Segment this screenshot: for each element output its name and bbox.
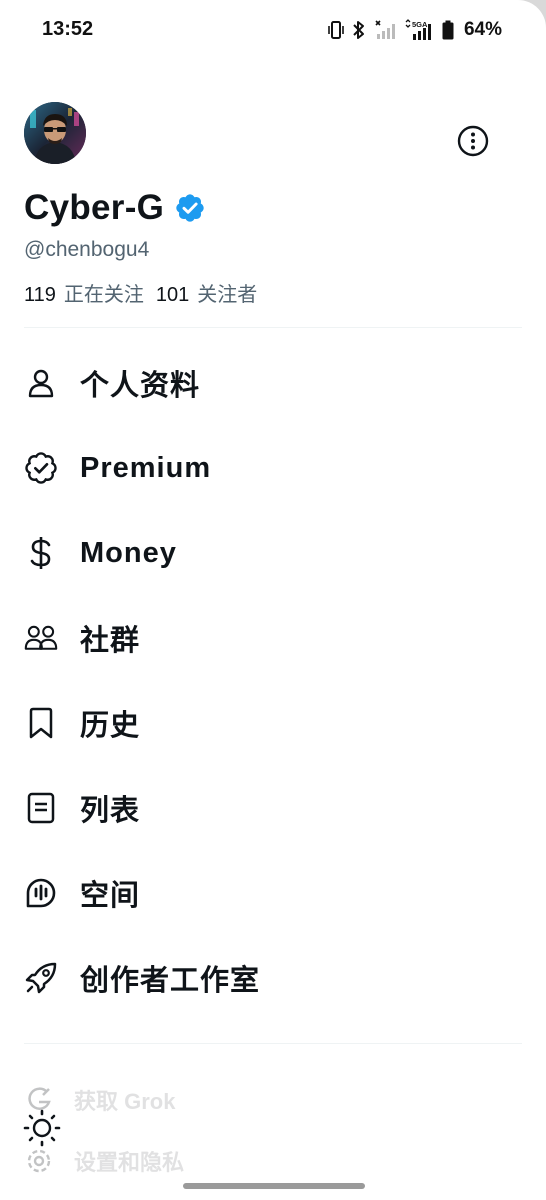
grok-label: 获取 Grok: [74, 1089, 176, 1114]
navigation-drawer: 13:52 5GA 64% Cyber-G @chenbogu4 119 正在关…: [0, 0, 546, 1200]
communities-icon: [24, 621, 58, 655]
person-icon: [24, 366, 58, 400]
menu-item-label: 空间: [80, 880, 141, 912]
menu-item-label: 列表: [80, 795, 141, 827]
avatar[interactable]: [24, 102, 86, 164]
followers-link[interactable]: 101 关注者: [156, 278, 257, 307]
settings-label: 设置和隐私: [74, 1150, 185, 1175]
battery-icon: [442, 20, 454, 40]
more-options-button[interactable]: [456, 124, 490, 158]
lists-icon: [24, 791, 58, 825]
divider: [24, 1043, 522, 1044]
menu-item-lists[interactable]: 列表: [24, 778, 522, 838]
sun-icon: [23, 1109, 61, 1147]
following-count: 119: [24, 284, 56, 306]
verified-badge-icon: [176, 194, 204, 222]
following-label: 正在关注: [63, 284, 144, 306]
vibrate-icon: [328, 21, 344, 39]
verified-badge-icon: [24, 451, 58, 485]
spaces-icon: [24, 876, 58, 910]
bookmark-icon: [24, 706, 58, 740]
menu-item-label: Premium: [80, 451, 212, 484]
display-name-row[interactable]: Cyber-G: [24, 188, 206, 228]
menu-item-money[interactable]: Money: [24, 523, 522, 583]
battery-percent: 64%: [463, 19, 502, 40]
user-handle: @chenbogu4: [24, 238, 150, 261]
more-options-icon: [457, 125, 489, 157]
bluetooth-icon: [353, 21, 364, 39]
menu-item-label: 创作者工作室: [80, 965, 261, 997]
menu-item-profile[interactable]: 个人资料: [24, 353, 522, 413]
menu-item-history[interactable]: 历史: [24, 693, 522, 753]
menu-item-label: 历史: [80, 710, 141, 742]
menu-item-spaces[interactable]: 空间: [24, 863, 522, 923]
followers-count: 101: [155, 284, 190, 306]
dollar-icon: [24, 536, 58, 570]
menu-item-label: Money: [80, 536, 177, 569]
menu-item-creator-studio[interactable]: 创作者工作室: [24, 948, 522, 1008]
follow-stats: 119 正在关注 101 关注者: [24, 278, 257, 307]
theme-toggle-button[interactable]: [22, 1108, 62, 1148]
signal-no-sim-icon: [375, 20, 395, 39]
menu-item-settings[interactable]: 设置和隐私: [24, 1145, 184, 1177]
display-name: Cyber-G: [24, 188, 165, 227]
menu-item-premium[interactable]: Premium: [24, 438, 522, 498]
following-link[interactable]: 119 正在关注: [24, 278, 144, 307]
gear-icon: [24, 1146, 54, 1176]
status-time: 13:52: [42, 18, 94, 40]
status-icons: 5GA 64%: [328, 18, 502, 42]
signal-5g-icon: 5GA: [405, 19, 431, 40]
menu-item-label: 个人资料: [80, 370, 201, 402]
status-bar: 13:52 5GA 64%: [0, 0, 546, 60]
home-indicator[interactable]: [183, 1183, 365, 1189]
menu-item-communities[interactable]: 社群: [24, 608, 522, 668]
rocket-icon: [24, 961, 58, 995]
svg-text:5GA: 5GA: [412, 20, 428, 29]
followers-label: 关注者: [197, 284, 258, 306]
menu-item-label: 社群: [80, 625, 141, 657]
divider: [24, 327, 522, 328]
